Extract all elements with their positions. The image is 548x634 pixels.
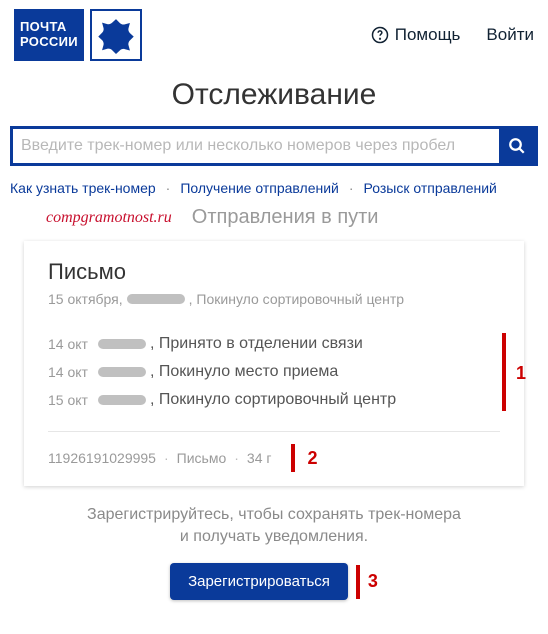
help-label: Помощь — [395, 25, 461, 45]
event-row: 14 окт , Принято в отделении связи — [48, 335, 500, 353]
help-icon — [371, 26, 389, 44]
cta-line2: и получать уведомления. — [180, 528, 368, 545]
annotation-bracket — [291, 444, 295, 472]
redacted-location — [98, 367, 146, 377]
sub-status: , Покинуло сортировочный центр — [189, 291, 404, 307]
meta-weight: 34 г — [247, 450, 272, 466]
event-row: 14 окт , Покинуло место приема — [48, 363, 500, 381]
logo-emblem-icon — [90, 9, 142, 61]
event-status: , Принято в отделении связи — [150, 335, 363, 353]
watermark-text: compgramotnost.ru — [46, 209, 172, 227]
shipment-card: Письмо 15 октября, , Покинуло сортировоч… — [24, 241, 524, 486]
tracking-input[interactable] — [13, 129, 499, 163]
divider — [48, 431, 500, 432]
annotation-2: 2 — [307, 448, 317, 469]
shipment-meta: 11926191029995 · Письмо · 34 г 2 — [48, 444, 500, 472]
logo-line2: РОССИИ — [20, 35, 78, 50]
event-status: , Покинуло сортировочный центр — [150, 391, 396, 409]
annotation-3: 3 — [368, 571, 378, 592]
annotation-bracket — [356, 565, 360, 599]
sub-date: 15 октября, — [48, 291, 123, 307]
cta-line1: Зарегистрируйтесь, чтобы сохранять трек-… — [87, 506, 461, 523]
event-row: 15 окт , Покинуло сортировочный центр — [48, 391, 500, 409]
link-receive[interactable]: Получение отправлений — [180, 180, 339, 196]
meta-type: Письмо — [177, 450, 227, 466]
annotation-1: 1 — [516, 363, 526, 384]
annotation-bracket — [502, 333, 506, 411]
event-date: 15 окт — [48, 392, 98, 408]
cta-text: Зарегистрируйтесь, чтобы сохранять трек-… — [40, 504, 508, 547]
shipment-title: Письмо — [48, 259, 500, 285]
link-how-to-find-track[interactable]: Как узнать трек-номер — [10, 180, 156, 196]
event-status: , Покинуло место приема — [150, 363, 338, 381]
events-list: 14 окт , Принято в отделении связи 14 ок… — [48, 335, 500, 409]
search-icon — [508, 137, 526, 155]
cta-row: Зарегистрироваться 3 — [0, 563, 548, 600]
redacted-location — [98, 339, 146, 349]
register-button[interactable]: Зарегистрироваться — [170, 563, 348, 600]
shipment-subtitle: 15 октября, , Покинуло сортировочный цен… — [48, 291, 500, 307]
logo-line1: ПОЧТА — [20, 20, 78, 35]
link-search-parcel[interactable]: Розыск отправлений — [364, 180, 497, 196]
event-date: 14 окт — [48, 364, 98, 380]
help-links: Как узнать трек-номер · Получение отправ… — [0, 176, 548, 206]
redacted-location — [98, 395, 146, 405]
login-link[interactable]: Войти — [486, 25, 534, 45]
redacted-location — [127, 294, 185, 304]
help-link[interactable]: Помощь — [371, 25, 461, 45]
tracking-search — [10, 126, 538, 166]
page-title: Отслеживание — [0, 78, 548, 112]
site-header: ПОЧТА РОССИИ Помощь Войти — [0, 0, 548, 74]
in-transit-label: Отправления в пути — [192, 206, 379, 229]
event-date: 14 окт — [48, 336, 98, 352]
logo-text: ПОЧТА РОССИИ — [14, 9, 84, 61]
subtitle-row: compgramotnost.ru Отправления в пути — [0, 206, 548, 241]
search-button[interactable] — [499, 129, 535, 163]
meta-track-number: 11926191029995 — [48, 450, 156, 466]
